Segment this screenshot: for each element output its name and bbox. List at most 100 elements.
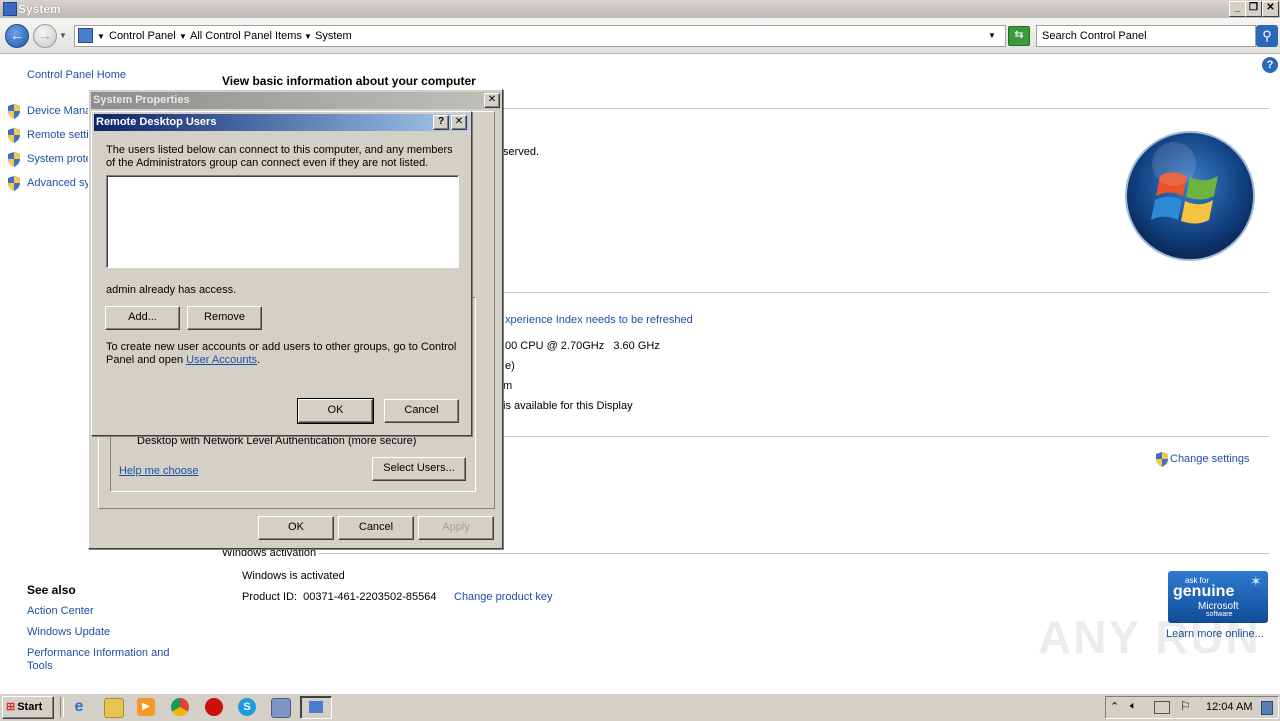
dialog-help-button[interactable]: ? xyxy=(433,115,449,130)
close-button[interactable]: ✕ xyxy=(1262,1,1279,17)
search-icon[interactable]: ⚲ xyxy=(1256,25,1278,47)
cancel-button[interactable]: Cancel xyxy=(384,399,459,423)
crumb-arrow-icon[interactable]: ▼ xyxy=(179,32,187,41)
show-desktop-icon[interactable] xyxy=(1261,701,1273,715)
skype-icon[interactable]: S xyxy=(238,698,256,716)
search-placeholder: Search Control Panel xyxy=(1042,30,1147,42)
start-button[interactable]: ⊞ Start xyxy=(2,696,54,719)
access-text: admin already has access. xyxy=(106,284,237,296)
user-accounts-link[interactable]: User Accounts xyxy=(186,354,257,366)
genuine-text-2: genuine xyxy=(1173,583,1235,600)
sidebar-item-advanced-settings[interactable]: Advanced sy xyxy=(27,177,90,189)
chrome-icon[interactable] xyxy=(171,698,189,716)
address-toolbar: ← → ▼ ▼ Control Panel ▼ All Control Pane… xyxy=(0,18,1280,54)
windows-flag-icon: ⊞ xyxy=(6,701,16,713)
intro-text: The users listed below can connect to th… xyxy=(106,144,453,169)
activation-status: Windows is activated xyxy=(242,570,345,582)
forward-button[interactable]: → xyxy=(33,24,57,48)
ok-button[interactable]: OK xyxy=(297,398,374,424)
explorer-icon[interactable] xyxy=(104,698,124,718)
change-product-key-link[interactable]: Change product key xyxy=(454,591,552,603)
cancel-button[interactable]: Cancel xyxy=(338,516,414,540)
control-panel-home-link[interactable]: Control Panel Home xyxy=(27,69,126,81)
footer-text: To create new user accounts or add users… xyxy=(106,341,458,367)
refresh-button[interactable]: ⇆ xyxy=(1008,26,1030,46)
action-center-flag-icon[interactable]: ⚐ xyxy=(1180,699,1191,713)
divider xyxy=(500,436,1269,437)
shield-icon xyxy=(7,128,21,143)
window-titlebar: System _ ❐ ✕ xyxy=(0,0,1280,19)
help-me-choose-link[interactable]: Help me choose xyxy=(119,465,199,477)
remove-user-button[interactable]: Remove xyxy=(187,306,262,330)
breadcrumb-all-items[interactable]: All Control Panel Items xyxy=(190,30,302,42)
divider xyxy=(500,292,1269,293)
footer-text-prefix: To create new user accounts or add users… xyxy=(106,341,457,366)
shield-icon xyxy=(7,176,21,191)
copyright-text: served. xyxy=(503,146,540,158)
sidebar-item-device-manager[interactable]: Device Mana xyxy=(27,105,91,117)
star-icon: ✶ xyxy=(1250,573,1262,589)
remote-desktop-users-dialog: Remote Desktop Users ? ✕ The users liste… xyxy=(91,111,472,436)
address-field[interactable]: ▼ Control Panel ▼ All Control Panel Item… xyxy=(74,25,1006,47)
memory-value: e) xyxy=(505,360,515,372)
performance-info-link[interactable]: Performance Information and Tools xyxy=(27,647,177,673)
tray-expand-icon[interactable]: ⌃ xyxy=(1110,700,1119,713)
media-player-icon[interactable]: ▶ xyxy=(137,698,155,716)
system-window-icon xyxy=(3,2,17,16)
apply-button: Apply xyxy=(418,516,494,540)
windows-logo xyxy=(1124,130,1256,262)
action-center-link[interactable]: Action Center xyxy=(27,605,94,617)
control-panel-icon xyxy=(309,701,323,713)
shield-icon xyxy=(7,104,21,119)
crumb-arrow-icon[interactable]: ▼ xyxy=(304,32,312,41)
search-input[interactable]: Search Control Panel xyxy=(1036,25,1256,47)
experience-index-link[interactable]: xperience Index needs to be refreshed xyxy=(505,314,693,326)
system-type-value: m xyxy=(503,380,513,392)
divider xyxy=(318,553,1269,554)
maximize-button[interactable]: ❐ xyxy=(1245,1,1262,17)
page-title: View basic information about your comput… xyxy=(222,74,476,88)
ie-icon[interactable]: e xyxy=(70,698,88,716)
processor-value: 00 CPU @ 2.70GHz 3.60 GHz xyxy=(505,340,660,352)
history-dropdown-icon[interactable]: ▼ xyxy=(59,31,67,40)
opera-icon[interactable] xyxy=(205,698,223,716)
dialog-titlebar: Remote Desktop Users ? ✕ xyxy=(94,114,469,131)
users-listbox[interactable] xyxy=(106,175,459,268)
network-icon[interactable] xyxy=(1154,701,1170,714)
address-dropdown-icon[interactable]: ▼ xyxy=(988,31,996,40)
see-also-heading: See also xyxy=(27,583,76,597)
rdp-icon[interactable] xyxy=(271,698,291,718)
minimize-button[interactable]: _ xyxy=(1229,1,1246,17)
sidebar-item-remote-settings[interactable]: Remote setti xyxy=(27,129,89,141)
back-button[interactable]: ← xyxy=(5,24,29,48)
crumb-arrow-icon[interactable]: ▼ xyxy=(97,32,105,41)
help-icon[interactable]: ? xyxy=(1262,57,1278,73)
dialog-close-button[interactable]: ✕ xyxy=(484,93,500,108)
divider xyxy=(500,108,1269,109)
select-users-button[interactable]: Select Users... xyxy=(372,457,466,481)
change-settings-link[interactable]: Change settings xyxy=(1170,453,1250,465)
breadcrumb-control-panel[interactable]: Control Panel xyxy=(109,30,176,42)
taskbar-system-window[interactable] xyxy=(300,696,332,719)
start-label: Start xyxy=(17,701,43,713)
clock[interactable]: 12:04 AM xyxy=(1206,701,1252,713)
quicklaunch-separator xyxy=(60,697,64,717)
ok-button[interactable]: OK xyxy=(258,516,334,540)
anyrun-watermark: ANY RUN xyxy=(1038,611,1261,663)
nla-option-text: Desktop with Network Level Authenticatio… xyxy=(137,435,417,447)
system-tray: ⌃ 🔈︎ ⚐ 12:04 AM xyxy=(1105,696,1279,719)
shield-icon xyxy=(7,152,21,167)
window-title: System xyxy=(18,2,61,16)
pen-touch-value: is available for this Display xyxy=(503,400,633,412)
sidebar-item-system-protection[interactable]: System prote xyxy=(27,153,92,165)
shield-icon xyxy=(1155,452,1169,467)
windows-update-link[interactable]: Windows Update xyxy=(27,626,110,638)
add-user-button[interactable]: Add... xyxy=(105,306,180,330)
dialog-close-button[interactable]: ✕ xyxy=(451,115,467,130)
control-panel-icon xyxy=(78,28,93,43)
breadcrumb-system[interactable]: System xyxy=(315,30,352,42)
volume-icon[interactable]: 🔈︎ xyxy=(1130,700,1137,713)
dialog-title: Remote Desktop Users xyxy=(96,116,217,128)
dialog-title: System Properties xyxy=(93,94,190,106)
dialog-titlebar: System Properties ✕ xyxy=(91,92,500,109)
